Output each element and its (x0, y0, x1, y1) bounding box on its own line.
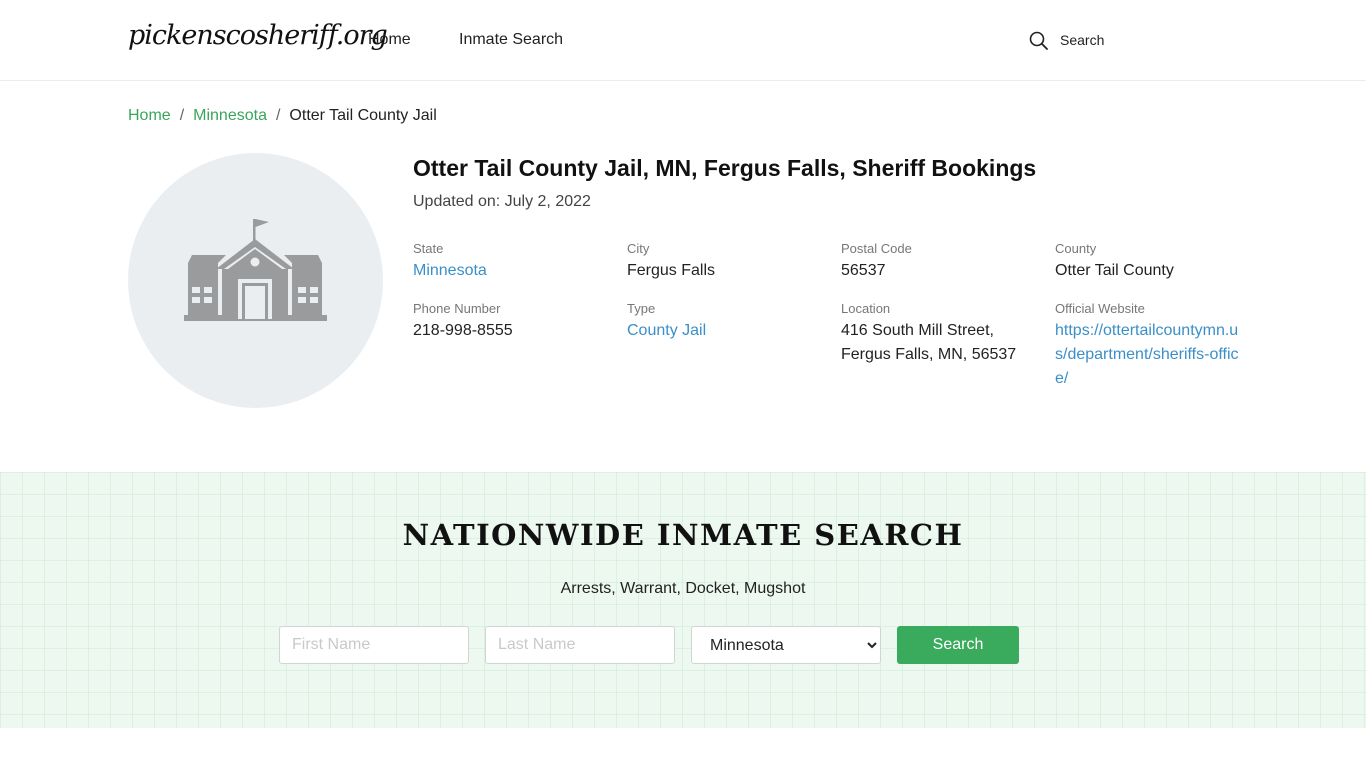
info-label: Phone Number (413, 301, 501, 316)
info-label: Type (627, 301, 656, 316)
type-link[interactable]: County Jail (627, 319, 817, 343)
info-location: Location 416 South Mill Street, Fergus F… (841, 301, 1031, 367)
search-icon (1029, 31, 1048, 50)
info-label: City (627, 241, 650, 256)
info-label: Postal Code (841, 241, 912, 256)
nav-inmate-search-link[interactable]: Inmate Search (459, 31, 563, 49)
search-submit-button[interactable]: Search (897, 626, 1019, 664)
location-line-2: Fergus Falls, MN, 56537 (841, 346, 1017, 363)
official-website-link[interactable]: https://ottertailcountymn.us/department/… (1055, 319, 1243, 391)
breadcrumb: Home / Minnesota / Otter Tail County Jail (128, 107, 437, 125)
info-state: State Minnesota (413, 241, 603, 283)
info-label: Location (841, 301, 891, 316)
nationwide-search-section: NATIONWIDE INMATE SEARCH Arrests, Warran… (0, 472, 1366, 728)
breadcrumb-home-link[interactable]: Home (128, 107, 171, 124)
state-link[interactable]: Minnesota (413, 259, 603, 283)
last-name-input[interactable] (485, 626, 675, 664)
info-postal-code: Postal Code 56537 (841, 241, 1031, 283)
info-label: County (1055, 241, 1097, 256)
location-line-1: 416 South Mill Street, (841, 322, 994, 339)
info-value: 218-998-8555 (413, 322, 513, 339)
info-website: Official Website https://ottertailcounty… (1055, 301, 1245, 391)
site-logo[interactable]: pickenscosheriff.org (128, 20, 388, 51)
breadcrumb-separator: / (275, 107, 281, 124)
breadcrumb-current: Otter Tail County Jail (289, 107, 437, 124)
breadcrumb-state-link[interactable]: Minnesota (193, 107, 267, 124)
nationwide-search-subtitle: Arrests, Warrant, Docket, Mugshot (560, 580, 806, 597)
info-type: Type County Jail (627, 301, 817, 343)
info-city: City Fergus Falls (627, 241, 817, 283)
state-select[interactable]: Minnesota (691, 626, 881, 664)
info-label: State (413, 241, 444, 256)
info-value: Otter Tail County (1055, 262, 1174, 279)
info-value: Fergus Falls (627, 262, 716, 279)
facility-image (128, 153, 383, 408)
info-label: Official Website (1055, 301, 1145, 316)
site-header: pickenscosheriff.org Home Inmate Search … (0, 0, 1366, 81)
nav-home-link[interactable]: Home (368, 31, 411, 49)
updated-date: Updated on: July 2, 2022 (413, 193, 591, 210)
info-value: 56537 (841, 262, 886, 279)
header-search-label: Search (1060, 32, 1105, 48)
info-county: County Otter Tail County (1055, 241, 1245, 283)
first-name-input[interactable] (279, 626, 469, 664)
header-search-button[interactable]: Search (1029, 29, 1104, 51)
breadcrumb-separator: / (179, 107, 185, 124)
info-phone: Phone Number 218-998-8555 (413, 301, 603, 343)
nationwide-search-title: NATIONWIDE INMATE SEARCH (402, 518, 964, 552)
page-title: Otter Tail County Jail, MN, Fergus Falls… (413, 155, 1037, 181)
